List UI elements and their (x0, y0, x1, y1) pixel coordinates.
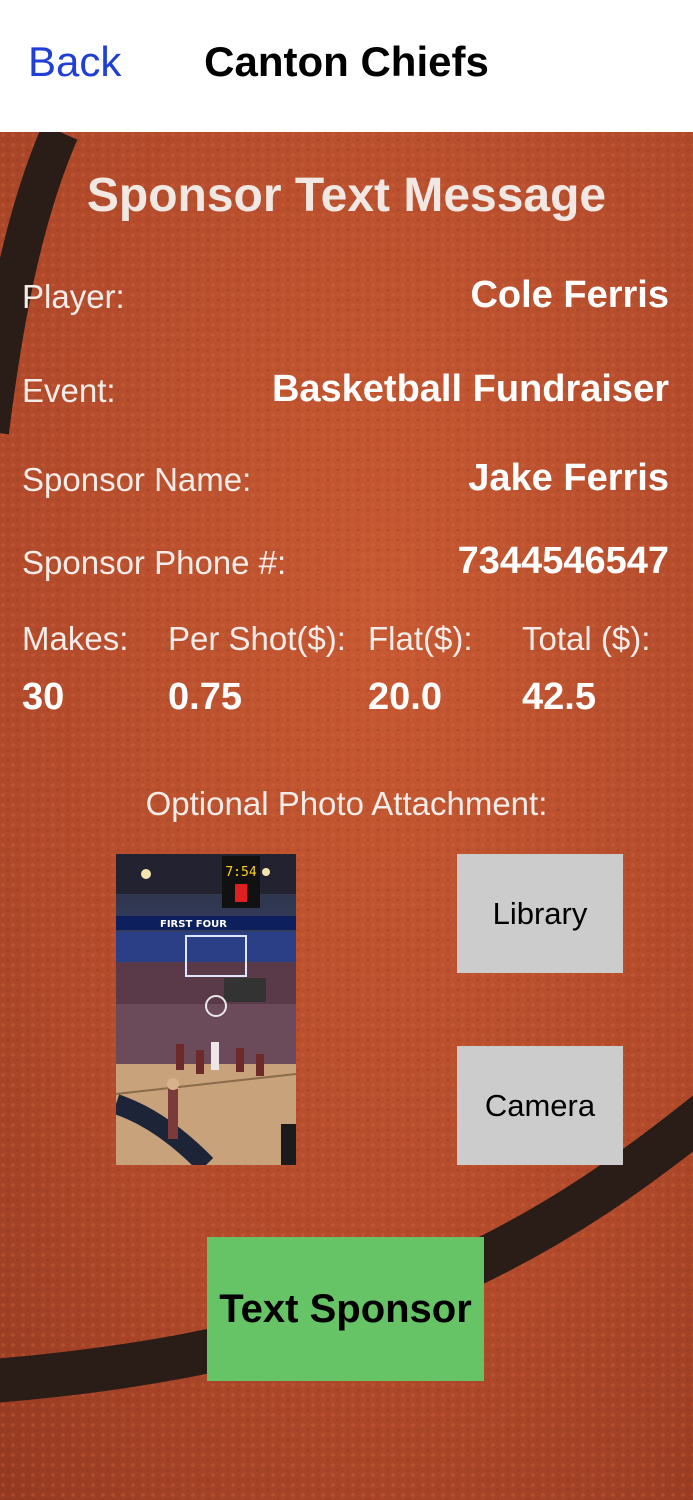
makes-value: 30 (22, 676, 65, 718)
total-label: Total ($): (522, 620, 651, 657)
flat-value: 20.0 (368, 676, 442, 718)
page-heading: Sponsor Text Message (86, 169, 607, 222)
photo-attachment-label: Optional Photo Attachment: (145, 785, 548, 822)
photo-thumbnail[interactable]: 7:54 FIRST FOUR (116, 854, 296, 1165)
camera-button[interactable]: Camera (457, 1046, 623, 1165)
screen: Back Canton Chiefs Sponsor Text Message … (0, 0, 693, 1500)
shot-clock-text: 7:54 (225, 865, 256, 880)
arena-banner-text: FIRST FOUR (160, 919, 227, 930)
sponsor-name-label: Sponsor Name: (22, 461, 252, 498)
text-sponsor-button[interactable]: Text Sponsor (207, 1237, 484, 1381)
sponsor-name-value: Jake Ferris (468, 457, 669, 499)
player-label: Player: (22, 278, 125, 315)
nav-title: Canton Chiefs (204, 38, 489, 85)
library-button[interactable]: Library (457, 854, 623, 973)
sponsor-form: Sponsor Text Message Player: Cole Ferris… (0, 0, 693, 1500)
sponsor-phone-label: Sponsor Phone #: (22, 544, 287, 581)
flat-label: Flat($): (368, 620, 473, 657)
per-shot-value: 0.75 (168, 676, 242, 718)
player-value: Cole Ferris (470, 274, 669, 316)
sponsor-phone-value: 7344546547 (457, 540, 669, 582)
navigation-bar: Back Canton Chiefs (0, 0, 693, 132)
makes-label: Makes: (22, 620, 129, 657)
per-shot-label: Per Shot($): (168, 620, 346, 657)
event-label: Event: (22, 372, 116, 409)
event-value: Basketball Fundraiser (271, 368, 669, 410)
total-value: 42.5 (522, 676, 596, 718)
